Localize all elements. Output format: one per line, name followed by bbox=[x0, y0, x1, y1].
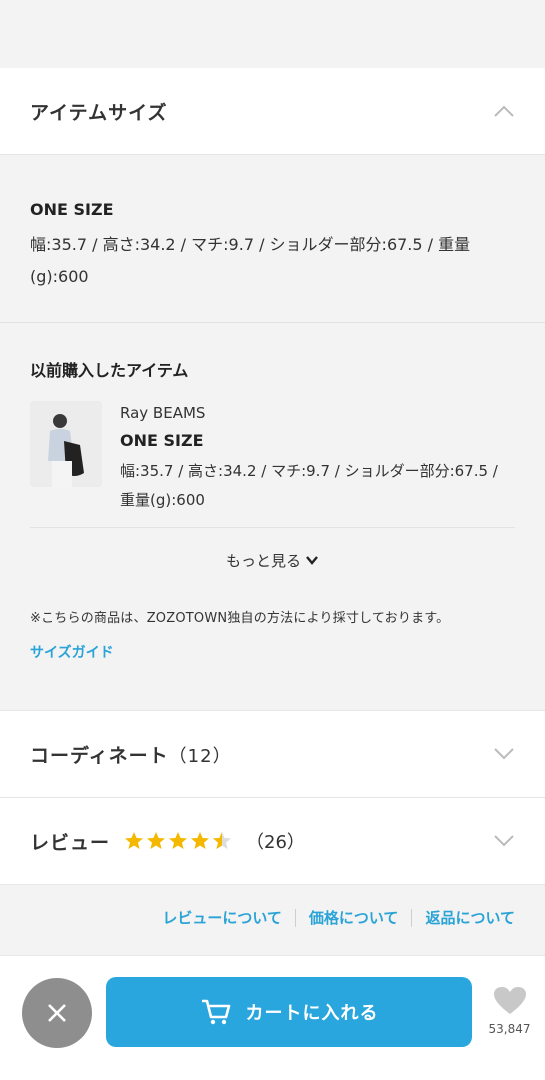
close-icon bbox=[48, 1004, 66, 1022]
cart-icon bbox=[201, 999, 230, 1025]
review-row[interactable]: レビュー （26） bbox=[0, 797, 545, 884]
coordinate-count: （12） bbox=[168, 745, 232, 767]
item-size-header[interactable]: アイテムサイズ bbox=[0, 68, 545, 155]
measurement-note: ※こちらの商品は、ZOZOTOWN独自の方法により採寸しております。 サイズガイ… bbox=[0, 592, 545, 710]
star-icon bbox=[191, 832, 210, 849]
half-star-icon bbox=[213, 832, 232, 849]
star-icon bbox=[169, 832, 188, 849]
product-thumbnail[interactable] bbox=[30, 401, 102, 487]
coordinate-label: コーディネート（12） bbox=[30, 741, 232, 768]
bottom-action-bar: カートに入れる 53,847 bbox=[0, 955, 545, 1080]
show-more-label: もっと見る bbox=[225, 551, 301, 570]
favorite-count: 53,847 bbox=[488, 1022, 531, 1036]
add-to-cart-button[interactable]: カートに入れる bbox=[106, 977, 472, 1047]
size-name: ONE SIZE bbox=[30, 200, 114, 219]
brand-name: Ray BEAMS bbox=[120, 404, 206, 422]
purchased-title: 以前購入したアイテム bbox=[30, 361, 189, 380]
coordinate-title: コーディネート bbox=[30, 744, 169, 767]
chevron-down-icon bbox=[306, 556, 318, 565]
purchased-detail: 幅:35.7 / 高さ:34.2 / マチ:9.7 / ショルダー部分:67.5… bbox=[120, 462, 498, 509]
note-text: ※こちらの商品は、ZOZOTOWN独自の方法により採寸しております。 bbox=[30, 611, 450, 626]
chevron-up-icon[interactable] bbox=[493, 100, 515, 122]
star-icon bbox=[147, 832, 166, 849]
divider bbox=[411, 908, 413, 927]
review-label: レビュー bbox=[30, 831, 111, 854]
item-size-title: アイテムサイズ bbox=[30, 101, 168, 124]
purchased-item[interactable]: Ray BEAMS ONE SIZE 幅:35.7 / 高さ:34.2 / マチ… bbox=[30, 401, 515, 528]
close-button[interactable] bbox=[22, 978, 92, 1048]
purchased-size: ONE SIZE bbox=[120, 431, 204, 450]
chevron-down-icon[interactable] bbox=[493, 743, 515, 765]
size-guide-link[interactable]: サイズガイド bbox=[30, 638, 515, 668]
price-info-link[interactable]: 価格について bbox=[309, 907, 399, 928]
top-spacer bbox=[0, 0, 545, 68]
size-detail: 幅:35.7 / 高さ:34.2 / マチ:9.7 / ショルダー部分:67.5… bbox=[30, 235, 471, 286]
divider bbox=[294, 908, 296, 927]
return-info-link[interactable]: 返品について bbox=[425, 907, 515, 928]
review-info-link[interactable]: レビューについて bbox=[162, 907, 282, 928]
star-icon bbox=[125, 832, 144, 849]
star-rating bbox=[124, 831, 232, 851]
previously-purchased: 以前購入したアイテム Ray BEAMS ONE SIZE 幅:35.7 / 高… bbox=[0, 323, 545, 592]
heart-icon bbox=[493, 987, 526, 1014]
chevron-down-icon[interactable] bbox=[493, 830, 515, 852]
size-info: ONE SIZE 幅:35.7 / 高さ:34.2 / マチ:9.7 / ショル… bbox=[0, 155, 545, 323]
coordinate-row[interactable]: コーディネート（12） bbox=[0, 710, 545, 797]
cart-label: カートに入れる bbox=[245, 1003, 379, 1024]
show-more-button[interactable]: もっと見る bbox=[30, 528, 515, 592]
review-count: （26） bbox=[246, 832, 305, 853]
info-links: レビューについて 価格について 返品について bbox=[0, 884, 545, 950]
favorite-button[interactable]: 53,847 bbox=[482, 986, 537, 1036]
